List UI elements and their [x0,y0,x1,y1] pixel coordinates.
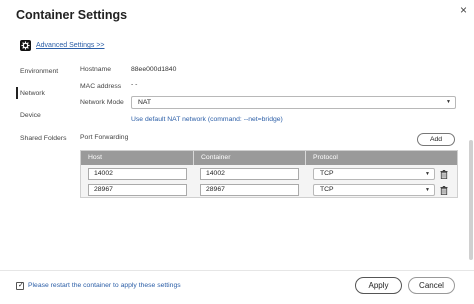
column-protocol: Protocol [313,154,338,161]
trash-icon[interactable] [440,170,448,180]
cancel-button[interactable]: Cancel [408,277,455,294]
mac-address-label: MAC address [80,83,122,90]
chevron-down-icon: ▼ [425,187,430,193]
scrollbar[interactable] [469,140,473,260]
container-settings-dialog: Container Settings × Advanced Settings >… [0,0,474,304]
advanced-settings[interactable]: Advanced Settings >> [20,40,105,51]
port-forwarding-table: Host Container Protocol 14002 14002 TCP … [80,150,458,198]
host-port-input[interactable]: 28967 [88,184,187,196]
sidebar-active-indicator [16,87,18,99]
apply-button[interactable]: Apply [355,277,402,294]
nat-network-hint: Use default NAT network (command: --net=… [131,116,283,123]
footer-divider [0,270,474,271]
chevron-down-icon: ▼ [425,171,430,177]
host-port-input[interactable]: 14002 [88,168,187,180]
column-host: Host [88,154,102,161]
protocol-value: TCP [320,170,334,177]
sidebar-item-shared-folders[interactable]: Shared Folders [20,135,66,142]
sidebar-item-network[interactable]: Network [20,90,45,97]
mac-address-value: - - [131,81,138,88]
advanced-settings-link[interactable]: Advanced Settings >> [36,42,105,49]
protocol-select[interactable]: TCP ▼ [313,168,435,180]
gear-icon [20,40,31,51]
column-container: Container [201,154,231,161]
protocol-value: TCP [320,186,334,193]
hostname-value: 88ee000d1840 [131,66,177,73]
dialog-title: Container Settings [16,8,128,22]
trash-icon[interactable] [440,186,448,196]
container-port-input[interactable]: 28967 [200,184,299,196]
sidebar-item-device[interactable]: Device [20,112,41,119]
add-port-button[interactable]: Add [417,133,455,146]
network-mode-value: NAT [138,99,152,106]
port-forwarding-label: Port Forwarding [80,134,129,141]
protocol-select[interactable]: TCP ▼ [313,184,435,196]
close-icon[interactable]: × [460,3,472,17]
container-port-input[interactable]: 14002 [200,168,299,180]
hostname-label: Hostname [80,66,111,73]
sidebar-item-environment[interactable]: Environment [20,68,58,75]
network-mode-label: Network Mode [80,99,124,106]
table-header: Host Container Protocol [81,151,457,165]
checkmark-icon: ✓ [18,282,24,289]
restart-checkbox[interactable]: ✓ [16,282,24,290]
restart-checkbox-label[interactable]: Please restart the container to apply th… [28,282,181,289]
chevron-down-icon: ▼ [446,99,451,105]
network-mode-select[interactable]: NAT ▼ [131,96,456,109]
